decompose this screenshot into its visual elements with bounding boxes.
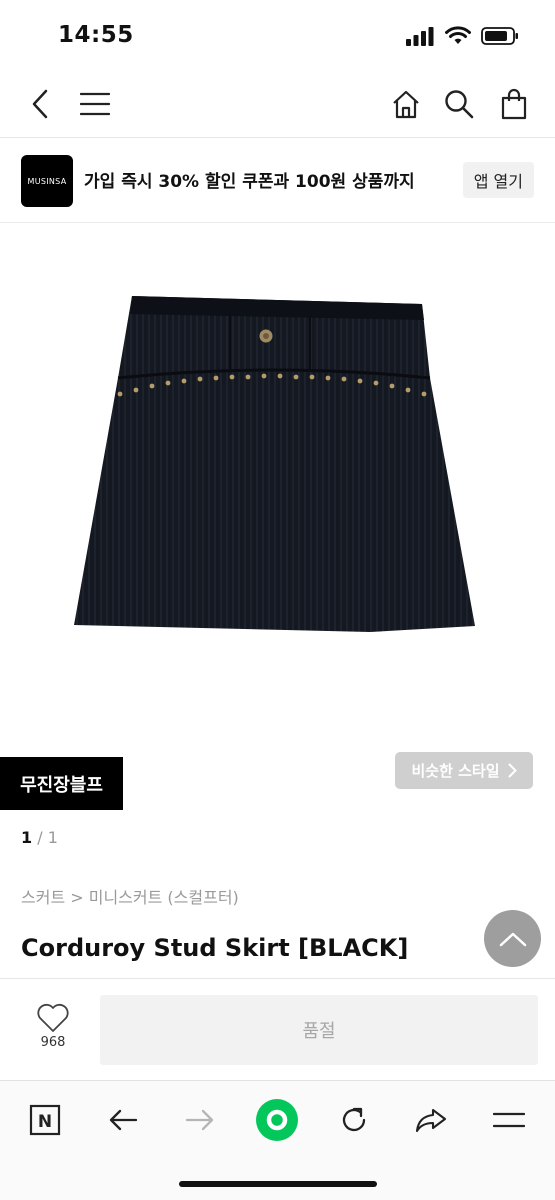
browser-back-button[interactable] [100, 1097, 146, 1143]
home-indicator [179, 1181, 377, 1187]
chevron-right-icon [508, 763, 517, 778]
status-bar: 14:55 [0, 0, 555, 72]
image-pager: 1 / 1 [21, 828, 58, 847]
search-icon [445, 90, 474, 119]
naver-button[interactable]: N [22, 1097, 68, 1143]
heart-icon [37, 1003, 69, 1032]
chevron-up-icon [499, 932, 526, 946]
wifi-icon [445, 26, 471, 44]
bag-button[interactable] [494, 84, 534, 124]
pager-current: 1 [21, 828, 33, 847]
purchase-action-bar: 968 품절 [0, 978, 555, 1080]
category-breadcrumb[interactable]: 스커트 > 미니스커트 (스컬프터) [21, 884, 239, 908]
brand-badge[interactable]: 무진장블프 [0, 757, 123, 810]
home-button[interactable] [386, 84, 426, 124]
signal-icon [406, 27, 434, 46]
menu-button[interactable] [75, 84, 115, 124]
home-icon [393, 90, 419, 119]
musinsa-logo: MUSINSA [21, 155, 73, 207]
green-dot-icon [256, 1099, 298, 1141]
pager-total: / 1 [32, 828, 58, 847]
battery-icon [481, 27, 518, 45]
back-button[interactable] [20, 84, 60, 124]
status-icons [405, 26, 519, 46]
share-icon [415, 1108, 447, 1133]
naver-n-icon: N [29, 1104, 61, 1136]
browser-menu-button[interactable] [486, 1097, 532, 1143]
arrow-left-icon [109, 1109, 138, 1131]
open-app-button[interactable]: 앱 열기 [462, 162, 534, 198]
like-button[interactable]: 968 [30, 1003, 76, 1050]
product-image[interactable] [70, 290, 480, 640]
nav-bar [0, 72, 555, 138]
soldout-button[interactable]: 품절 [100, 995, 538, 1065]
chevron-left-icon [32, 89, 48, 119]
naver-n-label: N [38, 1112, 52, 1132]
scroll-top-button[interactable] [484, 910, 541, 967]
share-button[interactable] [408, 1097, 454, 1143]
like-count: 968 [40, 1035, 66, 1050]
browser-forward-button[interactable] [177, 1097, 223, 1143]
status-time: 14:55 [58, 22, 134, 48]
product-title: Corduroy Stud Skirt [BLACK] [21, 934, 409, 962]
arrow-right-icon [185, 1109, 214, 1131]
refresh-icon [342, 1107, 366, 1132]
hamburger-icon [80, 92, 110, 116]
similar-style-button[interactable]: 비슷한 스타일 [395, 752, 533, 789]
similar-style-label: 비슷한 스타일 [411, 762, 500, 780]
app-promo-banner: MUSINSA 가입 즉시 30% 할인 쿠폰과 100원 상품까지 앱 열기 [0, 139, 555, 223]
shopping-bag-icon [501, 88, 527, 120]
search-button[interactable] [439, 84, 479, 124]
green-dot-button[interactable] [254, 1097, 300, 1143]
promo-message: 가입 즉시 30% 할인 쿠폰과 100원 상품까지 [84, 172, 415, 192]
menu-lines-icon [493, 1112, 525, 1128]
refresh-button[interactable] [331, 1097, 377, 1143]
